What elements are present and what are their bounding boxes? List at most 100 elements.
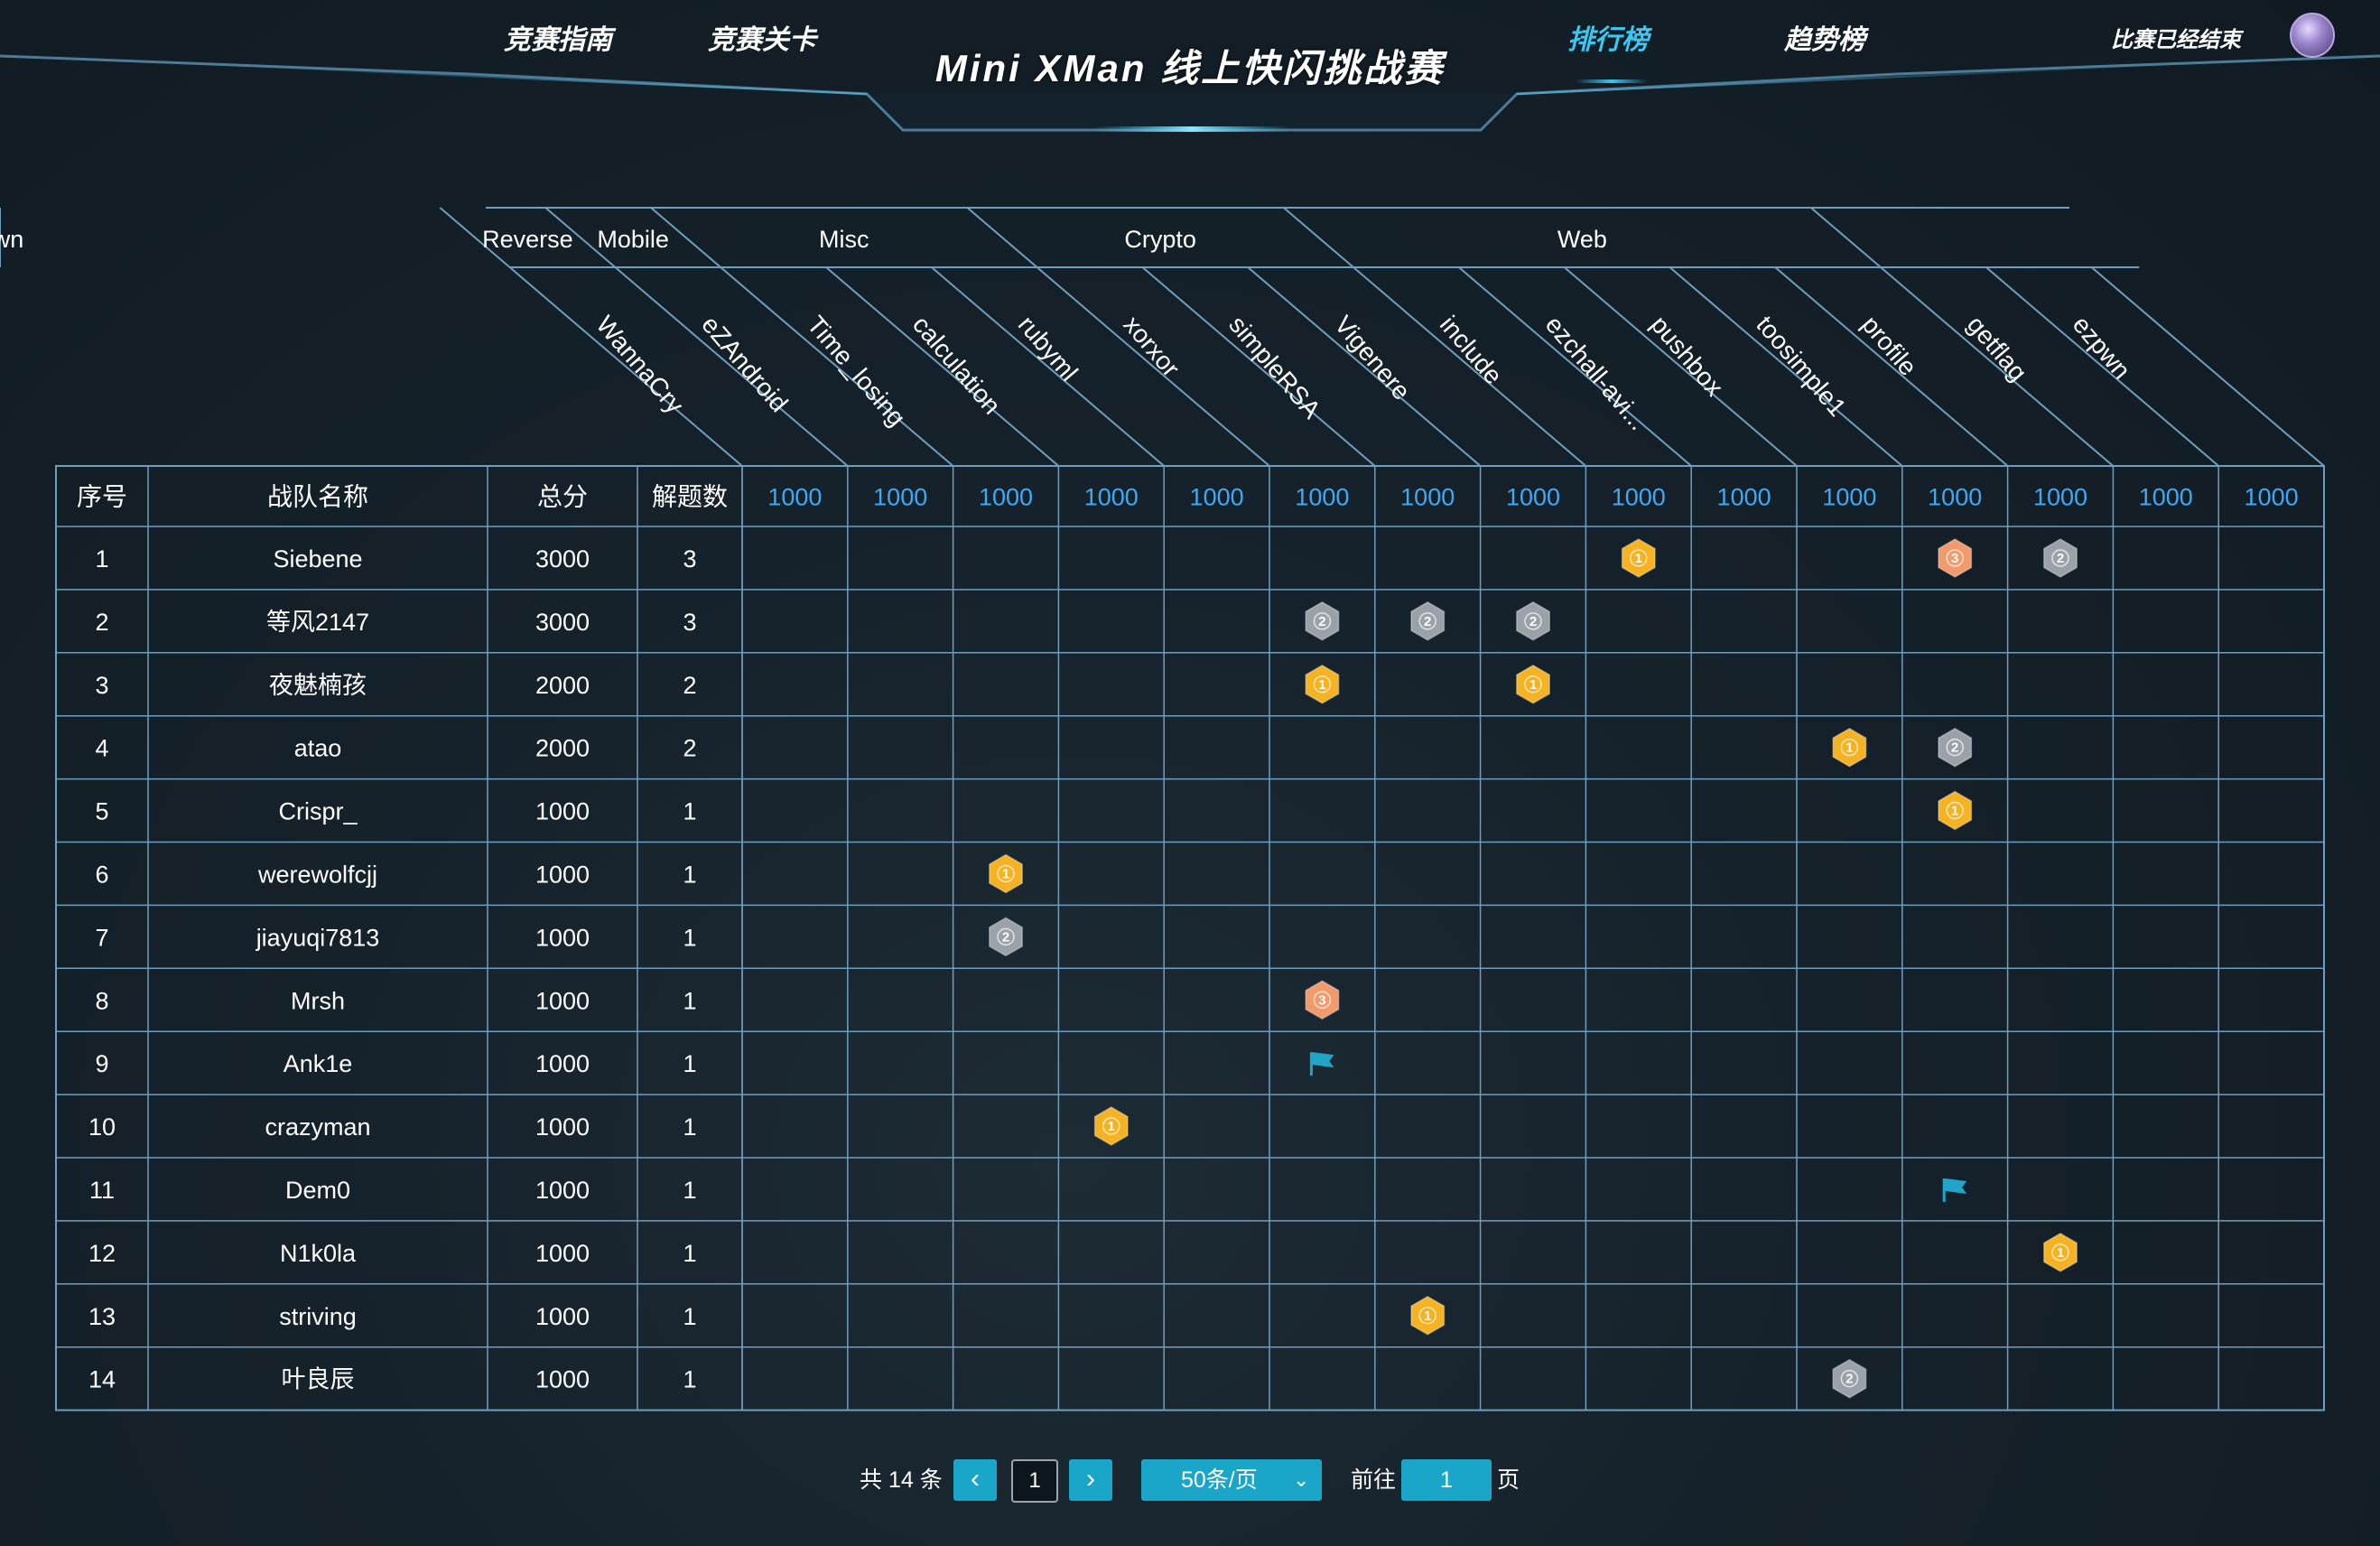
- medal-number: 1: [1635, 551, 1642, 566]
- team-score: 1000: [535, 861, 590, 888]
- challenge-score: 1000: [1928, 484, 1982, 511]
- challenge-score: 1000: [1717, 484, 1771, 511]
- team-name: Ank1e: [284, 1050, 353, 1077]
- medal-number: 2: [1845, 1372, 1853, 1387]
- flag-cloth: [1945, 1178, 1967, 1194]
- team-solved: 3: [683, 545, 696, 573]
- medal-icon: 2: [989, 917, 1023, 957]
- challenge-score: 1000: [1400, 484, 1455, 511]
- team-rank: 14: [88, 1366, 116, 1393]
- team-rank: 8: [95, 987, 108, 1014]
- page-size-label: 50条/页: [1181, 1467, 1258, 1493]
- team-score: 1000: [535, 1303, 590, 1330]
- chevron-right-icon: ›: [1086, 1464, 1095, 1494]
- team-solved: 2: [683, 672, 696, 699]
- team-solved: 1: [683, 798, 696, 825]
- team-name: 夜魅楠孩: [269, 672, 367, 699]
- challenge-score: 1000: [1506, 484, 1560, 511]
- team-score: 1000: [535, 1366, 590, 1393]
- team-name: Crispr_: [278, 798, 358, 825]
- team-solved: 3: [683, 609, 696, 636]
- medal-number: 2: [2057, 551, 2064, 566]
- team-solved: 1: [683, 1050, 696, 1077]
- column-header-solves: 解题数: [652, 483, 728, 511]
- team-rank: 2: [95, 609, 108, 636]
- page-suffix: 页: [1497, 1467, 1520, 1493]
- page-size-select[interactable]: 50条/页 ⌄: [1141, 1459, 1322, 1501]
- challenge-score: 1000: [1612, 484, 1666, 511]
- flag-icon: [1309, 1052, 1334, 1076]
- team-name: 叶良辰: [282, 1366, 355, 1393]
- medal-number: 1: [1845, 740, 1853, 756]
- team-score: 1000: [535, 1113, 590, 1141]
- medal-icon: 1: [1832, 727, 1867, 768]
- team-rank: 12: [88, 1240, 116, 1267]
- medal-number: 2: [1424, 614, 1431, 629]
- challenge-score: 1000: [873, 484, 927, 511]
- challenge-score: 1000: [2245, 484, 2299, 511]
- chevron-down-icon: ⌄: [1293, 1468, 1310, 1491]
- team-score: 1000: [535, 798, 590, 825]
- challenge-score: 1000: [1190, 484, 1244, 511]
- column-header-rank: 序号: [77, 483, 127, 511]
- team-name: atao: [294, 735, 342, 762]
- prev-page-button[interactable]: ‹: [953, 1459, 997, 1501]
- medal-icon: 2: [1410, 601, 1446, 641]
- medal-number: 2: [1529, 614, 1537, 629]
- team-solved: 1: [683, 987, 696, 1014]
- team-score: 2000: [535, 735, 590, 762]
- goto-label: 前往: [1351, 1467, 1397, 1493]
- medal-icon: 1: [1305, 664, 1340, 704]
- column-header-team: 战队名称: [267, 483, 368, 511]
- medal-icon: 2: [2043, 538, 2078, 578]
- team-score: 1000: [535, 1240, 590, 1267]
- medal-icon: 2: [1832, 1358, 1867, 1399]
- team-solved: 1: [683, 1177, 696, 1204]
- challenge-score: 1000: [1822, 484, 1876, 511]
- team-solved: 1: [683, 861, 696, 888]
- challenge-score: 1000: [1295, 484, 1349, 511]
- team-score: 1000: [535, 1177, 590, 1204]
- medal-icon: 1: [989, 853, 1023, 894]
- medal-number: 3: [1318, 992, 1325, 1008]
- medal-number: 3: [1951, 551, 1958, 566]
- total-count: 共 14 条: [860, 1467, 943, 1493]
- team-score: 2000: [535, 672, 590, 699]
- team-name: Dem0: [285, 1177, 350, 1204]
- medal-icon: 1: [1938, 790, 1973, 831]
- team-score: 3000: [535, 545, 590, 573]
- page-number-1[interactable]: 1: [1011, 1459, 1058, 1503]
- team-score: 1000: [535, 1050, 590, 1077]
- team-solved: 1: [683, 1113, 696, 1141]
- medal-icon: 1: [1093, 1106, 1129, 1146]
- team-name: striving: [279, 1303, 357, 1330]
- challenge-score: 1000: [2139, 484, 2193, 511]
- medal-number: 2: [1002, 929, 1009, 945]
- medal-icon: 3: [1305, 980, 1340, 1020]
- challenge-score: 1000: [979, 484, 1033, 511]
- team-rank: 6: [95, 861, 108, 888]
- flag-cloth: [1312, 1052, 1334, 1068]
- next-page-button[interactable]: ›: [1069, 1459, 1112, 1501]
- column-header-total: 总分: [537, 483, 588, 511]
- team-rank: 4: [95, 735, 108, 762]
- team-solved: 1: [683, 1303, 696, 1330]
- flag-icon: [1942, 1178, 1967, 1202]
- medal-number: 1: [1951, 804, 1958, 819]
- team-rank: 5: [95, 798, 108, 825]
- scoreboard-table: 序号 战队名称 总分 解题数 1000 1000 1000 1000 1000 1000 1000 1…: [55, 465, 2325, 1411]
- medal-number: 1: [1424, 1309, 1431, 1324]
- team-name: Siebene: [273, 545, 362, 573]
- challenge-score: 1000: [2033, 484, 2087, 511]
- team-rank: 7: [95, 924, 108, 951]
- team-rank: 3: [95, 672, 108, 699]
- team-name: N1k0la: [280, 1240, 357, 1267]
- team-name: jiayuqi7813: [256, 924, 380, 951]
- team-solved: 1: [683, 1240, 696, 1267]
- medal-number: 1: [1529, 677, 1537, 693]
- table-border: [55, 465, 2325, 1411]
- goto-page-input[interactable]: [1401, 1459, 1492, 1501]
- team-solved: 2: [683, 735, 696, 762]
- team-name: 等风2147: [266, 609, 369, 636]
- medal-icon: 1: [1410, 1295, 1446, 1336]
